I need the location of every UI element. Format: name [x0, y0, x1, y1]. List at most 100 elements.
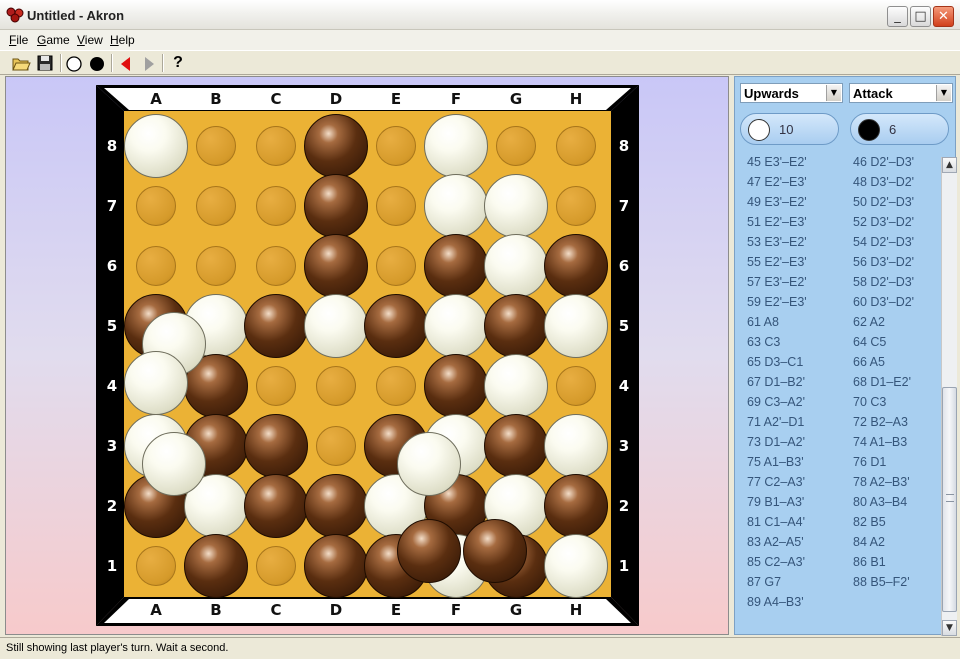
- black-ball-h6[interactable]: [544, 234, 608, 298]
- save-disk-icon[interactable]: [35, 53, 55, 73]
- black-ball-d2[interactable]: [304, 474, 368, 538]
- white-ball-f5[interactable]: [424, 294, 488, 358]
- move-entry[interactable]: 59 E2'–E3': [747, 295, 807, 309]
- move-entry[interactable]: 65 D3–C1: [747, 355, 803, 369]
- black-ball-f6[interactable]: [424, 234, 488, 298]
- white-ball-g6[interactable]: [484, 234, 548, 298]
- board-hole-h8[interactable]: [556, 126, 596, 166]
- board-hole-c6[interactable]: [256, 246, 296, 286]
- board-hole-c7[interactable]: [256, 186, 296, 226]
- raised-white-ball[interactable]: [124, 351, 188, 415]
- move-entry[interactable]: 74 A1–B3: [853, 435, 907, 449]
- black-ball-h2[interactable]: [544, 474, 608, 538]
- board-hole-b6[interactable]: [196, 246, 236, 286]
- white-ball-h5[interactable]: [544, 294, 608, 358]
- black-ball-d8[interactable]: [304, 114, 368, 178]
- raised-black-ball[interactable]: [463, 519, 527, 583]
- white-ball-g7[interactable]: [484, 174, 548, 238]
- move-entry[interactable]: 55 E2'–E3': [747, 255, 807, 269]
- move-entry[interactable]: 54 D2'–D3': [853, 235, 914, 249]
- board-hole-h7[interactable]: [556, 186, 596, 226]
- board-hole-a7[interactable]: [136, 186, 176, 226]
- move-entry[interactable]: 53 E3'–E2': [747, 235, 807, 249]
- black-ball-g5[interactable]: [484, 294, 548, 358]
- black-ball-e5[interactable]: [364, 294, 428, 358]
- board-hole-d4[interactable]: [316, 366, 356, 406]
- move-entry[interactable]: 48 D3'–D2': [853, 175, 914, 189]
- move-entry[interactable]: 87 G7: [747, 575, 781, 589]
- scroll-down-button[interactable]: ▼: [942, 620, 957, 636]
- black-ball-c2[interactable]: [244, 474, 308, 538]
- raised-white-ball[interactable]: [397, 432, 461, 496]
- black-ball-c5[interactable]: [244, 294, 308, 358]
- board-hole-a1[interactable]: [136, 546, 176, 586]
- move-entry[interactable]: 64 C5: [853, 335, 886, 349]
- move-entry[interactable]: 47 E2'–E3': [747, 175, 807, 189]
- board-hole-e6[interactable]: [376, 246, 416, 286]
- move-entry[interactable]: 63 C3: [747, 335, 780, 349]
- white-ball-d5[interactable]: [304, 294, 368, 358]
- move-entry[interactable]: 85 C2–A3': [747, 555, 805, 569]
- move-entry[interactable]: 60 D3'–D2': [853, 295, 914, 309]
- board-hole-h4[interactable]: [556, 366, 596, 406]
- move-entry[interactable]: 89 A4–B3': [747, 595, 804, 609]
- white-ball-h1[interactable]: [544, 534, 608, 598]
- move-entry[interactable]: 82 B5: [853, 515, 886, 529]
- move-entry[interactable]: 78 A2–B3': [853, 475, 910, 489]
- board-hole-e7[interactable]: [376, 186, 416, 226]
- white-ball-g4[interactable]: [484, 354, 548, 418]
- move-entry[interactable]: 61 A8: [747, 315, 779, 329]
- move-entry[interactable]: 84 A2: [853, 535, 885, 549]
- back-arrow-icon[interactable]: [116, 53, 136, 73]
- move-entry[interactable]: 68 D1–E2': [853, 375, 911, 389]
- minimize-button[interactable]: _: [887, 6, 908, 27]
- open-folder-icon[interactable]: [11, 53, 31, 73]
- move-entry[interactable]: 70 C3: [853, 395, 886, 409]
- board-hole-a6[interactable]: [136, 246, 176, 286]
- chevron-down-icon[interactable]: ▼: [936, 85, 951, 101]
- move-entry[interactable]: 69 C3–A2': [747, 395, 805, 409]
- black-stone-icon[interactable]: [87, 53, 107, 73]
- forward-arrow-icon[interactable]: [139, 53, 159, 73]
- board-hole-c4[interactable]: [256, 366, 296, 406]
- move-entry[interactable]: 49 E3'–E2': [747, 195, 807, 209]
- direction-select[interactable]: Upwards ▼: [740, 83, 843, 103]
- move-entry[interactable]: 51 E2'–E3': [747, 215, 807, 229]
- chevron-down-icon[interactable]: ▼: [826, 85, 841, 101]
- scroll-up-button[interactable]: ▲: [942, 157, 957, 173]
- move-entry[interactable]: 80 A3–B4: [853, 495, 907, 509]
- scroll-thumb[interactable]: [942, 387, 957, 612]
- board-hole-b7[interactable]: [196, 186, 236, 226]
- board-hole-c8[interactable]: [256, 126, 296, 166]
- move-entry[interactable]: 76 D1: [853, 455, 886, 469]
- move-entry[interactable]: 73 D1–A2': [747, 435, 805, 449]
- menu-game[interactable]: Game: [37, 33, 70, 47]
- move-entry[interactable]: 72 B2–A3: [853, 415, 908, 429]
- menu-file[interactable]: File: [9, 33, 28, 47]
- move-entry[interactable]: 86 B1: [853, 555, 886, 569]
- black-ball-b1[interactable]: [184, 534, 248, 598]
- move-entry[interactable]: 58 D2'–D3': [853, 275, 914, 289]
- black-ball-c3[interactable]: [244, 414, 308, 478]
- move-entry[interactable]: 77 C2–A3': [747, 475, 805, 489]
- move-entry[interactable]: 81 C1–A4': [747, 515, 805, 529]
- move-entry[interactable]: 56 D3'–D2': [853, 255, 914, 269]
- white-ball-h3[interactable]: [544, 414, 608, 478]
- black-ball-d6[interactable]: [304, 234, 368, 298]
- raised-white-ball[interactable]: [142, 432, 206, 496]
- white-ball-f8[interactable]: [424, 114, 488, 178]
- black-ball-g3[interactable]: [484, 414, 548, 478]
- board-hole-b8[interactable]: [196, 126, 236, 166]
- move-entry[interactable]: 79 B1–A3': [747, 495, 804, 509]
- white-ball-a8[interactable]: [124, 114, 188, 178]
- board-hole-c1[interactable]: [256, 546, 296, 586]
- move-entry[interactable]: 67 D1–B2': [747, 375, 805, 389]
- menu-help[interactable]: Help: [110, 33, 135, 47]
- board-hole-g8[interactable]: [496, 126, 536, 166]
- board-hole-d3[interactable]: [316, 426, 356, 466]
- move-list[interactable]: 45 E3'–E2' 46 D2'–D3' 47 E2'–E3' 48 D3'–D2'…: [747, 155, 937, 615]
- white-ball-f7[interactable]: [424, 174, 488, 238]
- move-entry[interactable]: 71 A2'–D1: [747, 415, 804, 429]
- help-icon[interactable]: ?: [168, 53, 188, 73]
- move-entry[interactable]: 45 E3'–E2': [747, 155, 807, 169]
